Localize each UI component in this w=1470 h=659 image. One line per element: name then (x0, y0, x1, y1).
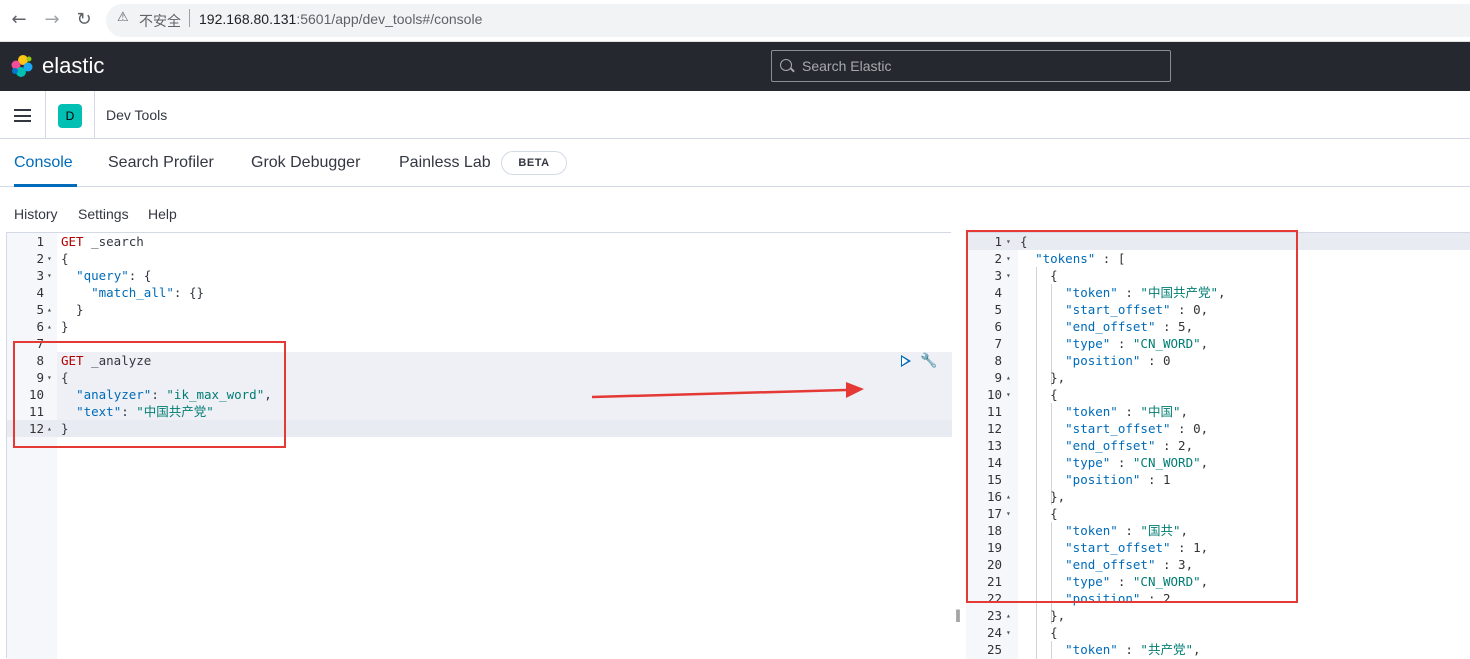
code-token: } (61, 319, 69, 334)
code-line[interactable]: 5 ▴ } (7, 301, 951, 318)
menu-history[interactable]: History (14, 206, 58, 222)
code-token: : (1117, 642, 1141, 657)
browser-toolbar: ← → ↻ ⚠ 不安全 192.168.80.131:5601/app/dev_… (0, 0, 1470, 42)
code-line[interactable]: 4 "match_all": {} (7, 284, 951, 301)
url-text[interactable]: 192.168.80.131:5601/app/dev_tools#/conso… (199, 11, 482, 27)
code-token: "query" (76, 268, 129, 283)
divider (94, 91, 95, 139)
line-number: 5 (36, 302, 44, 317)
line-number: 24 (986, 625, 1002, 640)
tab-console[interactable]: Console (14, 139, 77, 187)
menu-settings[interactable]: Settings (78, 206, 129, 222)
code-token: "token" (1065, 642, 1118, 657)
tab-grok-debugger[interactable]: Grok Debugger (251, 139, 360, 187)
beta-badge: BETA (501, 151, 567, 175)
divider (45, 91, 46, 139)
url-separator (189, 9, 190, 27)
line-number: 3 (36, 268, 44, 283)
code-text: { (1020, 624, 1058, 641)
breadcrumb-title: Dev Tools (106, 107, 168, 123)
line-number: 1 (36, 234, 44, 249)
menu-help[interactable]: Help (148, 206, 177, 222)
code-text: GET _search (61, 233, 144, 250)
code-line[interactable]: 3 ▾ "query": { (7, 267, 951, 284)
breadcrumb-bar: D Dev Tools (0, 91, 1470, 139)
code-line[interactable]: 6 ▴} (7, 318, 951, 335)
fold-toggle-icon[interactable]: ▾ (47, 250, 57, 267)
code-token: { (1020, 625, 1058, 640)
code-token: "match_all" (91, 285, 174, 300)
code-text: } (61, 301, 84, 318)
fold-toggle-icon[interactable]: ▴ (47, 318, 57, 335)
code-text: "query": { (61, 267, 151, 284)
annotation-arrow-icon (592, 382, 864, 399)
code-line[interactable]: 23 ▴ }, (966, 607, 1470, 624)
code-token: : {} (173, 285, 205, 300)
search-icon (780, 59, 792, 71)
elastic-header: elastic (0, 42, 1470, 91)
line-number: 6 (36, 319, 44, 334)
brand-name[interactable]: elastic (42, 53, 104, 79)
code-token: { (61, 251, 69, 266)
code-line[interactable]: 2 ▾ { (7, 250, 951, 267)
code-text: } (61, 318, 69, 335)
code-line[interactable]: 25 "token" : "共产党", (966, 641, 1470, 658)
devtools-tabs: Console Search Profiler Grok Debugger Pa… (0, 139, 1470, 187)
code-text: "token" : "共产党", (1020, 641, 1201, 658)
elastic-logo-icon[interactable] (10, 54, 34, 78)
global-search[interactable] (771, 50, 1171, 82)
security-label[interactable]: 不安全 (139, 11, 181, 31)
fold-toggle-icon[interactable]: ▴ (1006, 607, 1016, 624)
code-line[interactable]: 24 ▾ { (966, 624, 1470, 641)
code-line[interactable]: 1 GET _search (7, 233, 951, 250)
line-number: 4 (36, 285, 44, 300)
search-input[interactable] (802, 51, 1162, 81)
fold-toggle-icon[interactable]: ▾ (47, 267, 57, 284)
arrow-left-icon[interactable]: ← (8, 9, 30, 31)
annotation-box-response (966, 230, 1298, 603)
tab-painless-lab[interactable]: Painless Lab (399, 139, 491, 187)
reload-icon[interactable]: ↻ (73, 9, 95, 31)
code-text: }, (1020, 607, 1065, 624)
code-text: { (61, 250, 69, 267)
line-number: 2 (36, 251, 44, 266)
warning-icon[interactable]: ⚠ (117, 10, 133, 26)
code-text: "match_all": {} (61, 284, 204, 301)
pane-resize-handle[interactable]: ‖ (955, 608, 961, 622)
code-token: , (1192, 642, 1201, 657)
space-avatar[interactable]: D (58, 104, 82, 128)
code-token: }, (1020, 608, 1066, 623)
arrow-right-icon[interactable]: → (41, 9, 63, 31)
line-number: 25 (986, 642, 1002, 657)
code-token: } (61, 302, 84, 317)
line-number: 23 (986, 608, 1002, 623)
annotation-box-request (13, 341, 286, 448)
menu-icon[interactable] (14, 109, 31, 122)
code-token: GET (61, 234, 84, 249)
code-token: "共产党" (1140, 642, 1193, 657)
fold-toggle-icon[interactable]: ▾ (1006, 624, 1016, 641)
tab-search-profiler[interactable]: Search Profiler (108, 139, 214, 187)
fold-toggle-icon[interactable]: ▴ (47, 301, 57, 318)
code-token: : { (128, 268, 152, 283)
code-token: _search (83, 234, 144, 249)
